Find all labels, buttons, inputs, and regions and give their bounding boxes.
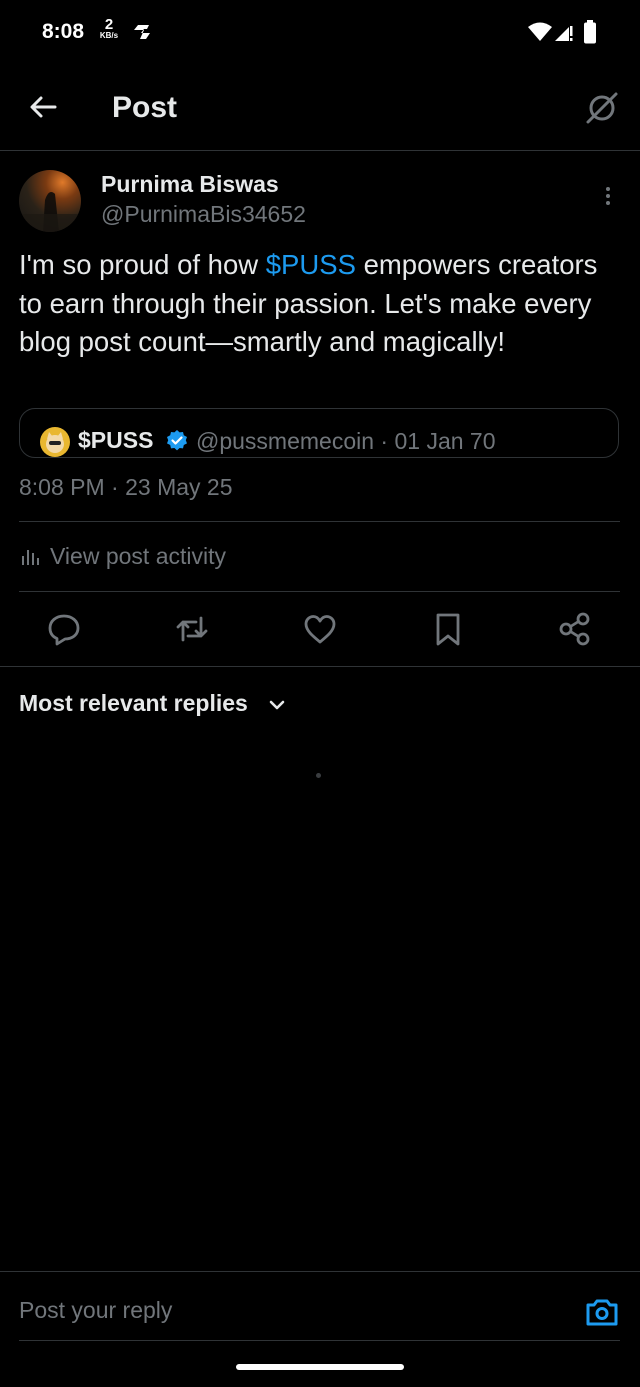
quoted-avatar-cat xyxy=(46,432,64,453)
post-text: I'm so proud of how $PUSS empowers creat… xyxy=(19,246,619,362)
share-icon[interactable] xyxy=(557,611,593,647)
wifi-icon xyxy=(528,22,552,41)
loading-indicator xyxy=(316,773,321,778)
author-name[interactable]: Purnima Biswas xyxy=(101,171,279,198)
camera-icon[interactable] xyxy=(584,1294,620,1330)
repost-icon[interactable] xyxy=(174,611,210,647)
divider xyxy=(19,521,620,522)
chevron-down-icon[interactable] xyxy=(266,694,288,716)
verified-badge-icon xyxy=(167,430,187,451)
post-timestamp: 8:08 PM · 23 May 25 xyxy=(19,474,233,500)
quoted-avatar xyxy=(40,427,70,457)
battery-icon xyxy=(584,20,596,44)
view-post-activity[interactable]: View post activity xyxy=(50,543,226,570)
divider xyxy=(19,591,620,592)
circle-slash-icon[interactable] xyxy=(584,90,620,126)
replies-sort-label[interactable]: Most relevant replies xyxy=(19,690,248,717)
author-avatar[interactable] xyxy=(19,170,81,232)
like-icon[interactable] xyxy=(302,611,338,647)
app-bar xyxy=(0,64,640,151)
status-time: 8:08 xyxy=(42,20,85,43)
analytics-icon[interactable] xyxy=(21,545,43,567)
divider xyxy=(0,666,640,667)
bookmark-icon[interactable] xyxy=(430,611,466,647)
avatar-silhouette xyxy=(19,192,81,232)
network-speed-value: 2 xyxy=(104,16,114,33)
network-speed-unit: KB/s xyxy=(99,31,119,40)
arrow-left-icon[interactable] xyxy=(28,92,58,122)
more-options-icon[interactable] xyxy=(596,184,620,208)
quoted-name: $PUSS xyxy=(78,427,154,453)
divider xyxy=(19,1340,620,1341)
page-title: Post xyxy=(112,91,178,124)
status-bar: 8:08 2 KB/s xyxy=(0,0,640,64)
reply-input[interactable] xyxy=(19,1297,539,1324)
s-app-icon xyxy=(134,25,150,39)
home-indicator[interactable] xyxy=(236,1364,404,1370)
author-handle[interactable]: @PurnimaBis34652 xyxy=(101,201,306,228)
network-speed: 2 KB/s xyxy=(94,17,124,40)
cellular-signal-icon xyxy=(555,26,573,41)
cashtag-link[interactable]: $PUSS xyxy=(266,249,356,280)
reply-bar-divider xyxy=(0,1271,640,1272)
reply-icon[interactable] xyxy=(46,611,82,647)
quoted-handle-date: @pussmemecoin · 01 Jan 70 xyxy=(196,428,496,454)
post-text-before: I'm so proud of how xyxy=(19,249,266,280)
